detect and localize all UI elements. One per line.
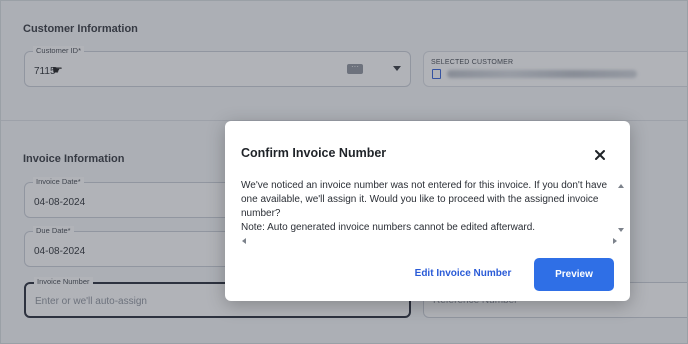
app-window: Customer Information Customer ID* 7115 ·… (0, 0, 688, 344)
vertical-scrollbar[interactable] (617, 183, 625, 233)
edit-invoice-number-button[interactable]: Edit Invoice Number (411, 258, 515, 290)
dialog-message: We've noticed an invoice number was not … (241, 180, 608, 219)
confirm-dialog: Confirm Invoice Number We've noticed an … (225, 121, 630, 301)
preview-button[interactable]: Preview (534, 258, 614, 291)
dialog-message-area[interactable]: We've noticed an invoice number was not … (241, 179, 616, 237)
dialog-note: Note: Auto generated invoice numbers can… (241, 222, 536, 233)
close-icon[interactable] (593, 148, 607, 162)
horizontal-scrollbar[interactable] (241, 237, 618, 245)
dialog-title: Confirm Invoice Number (241, 146, 387, 160)
